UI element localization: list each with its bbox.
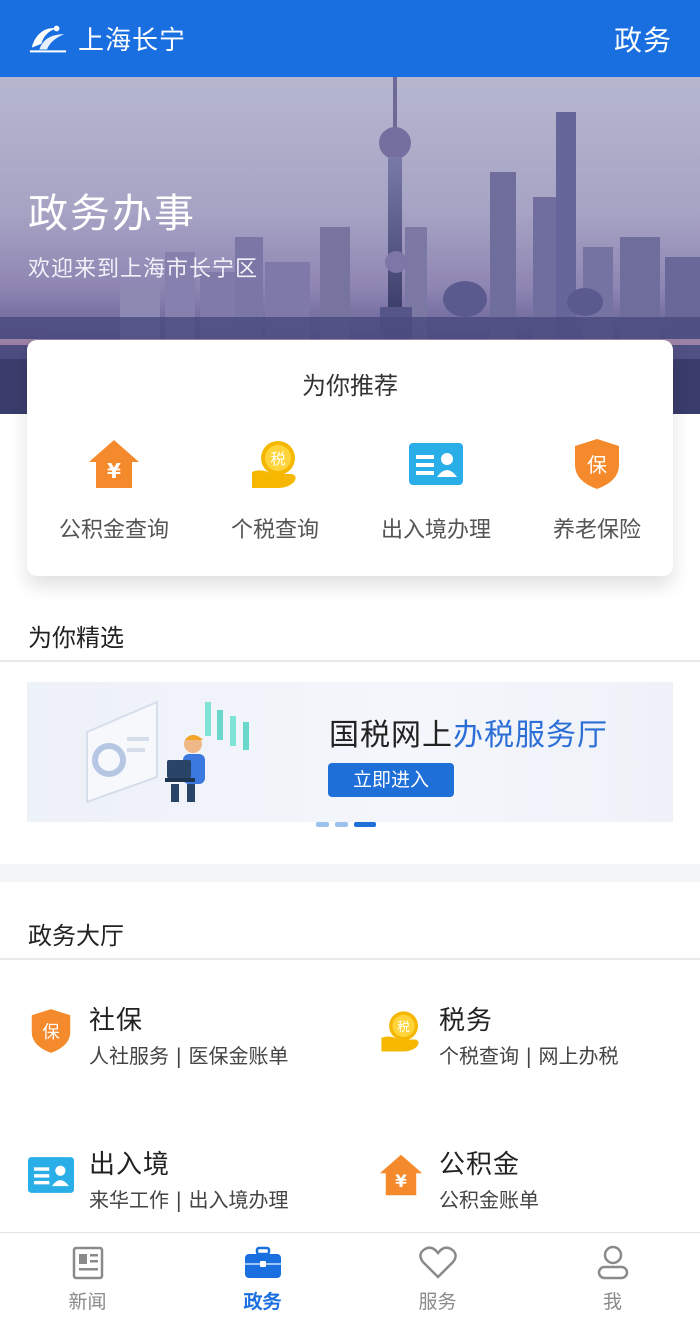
hall-item-name: 社保 xyxy=(89,1006,144,1036)
hall-item-exit-entry[interactable]: 出入境 来华工作 | 出入境办理 xyxy=(28,1144,348,1234)
divider xyxy=(0,958,700,960)
news-icon xyxy=(68,1243,108,1283)
briefcase-icon xyxy=(243,1243,283,1283)
hall-item-desc: 公积金账单 xyxy=(439,1188,539,1212)
heart-icon xyxy=(418,1243,458,1283)
recommend-item-exit-entry[interactable]: 出入境办理 xyxy=(356,436,516,544)
recommend-item-label: 养老保险 xyxy=(552,518,641,543)
svg-text:保: 保 xyxy=(42,1023,60,1043)
nav-label: 我 xyxy=(602,1291,622,1313)
nav-label: 政务 xyxy=(243,1291,282,1313)
nav-item-government[interactable]: 政务 xyxy=(175,1233,350,1317)
changning-logo-icon xyxy=(28,19,68,59)
recommend-item-gongjijin[interactable]: ¥ 公积金查询 xyxy=(34,436,194,544)
tax-coin-icon: 税 xyxy=(195,436,355,492)
recommend-card: 为你推荐 ¥ 公积金查询 税 个税查询 出入境办理 保 养老保险 xyxy=(27,340,673,576)
nav-item-me[interactable]: 我 xyxy=(525,1233,700,1317)
nav-label: 新闻 xyxy=(68,1291,107,1313)
shield-bao-icon: 保 xyxy=(28,1006,74,1056)
carousel-dots xyxy=(316,822,376,827)
house-yuan-icon: ¥ xyxy=(378,1150,424,1200)
divider xyxy=(0,660,700,662)
app-title: 上海长宁 xyxy=(78,26,187,56)
bottom-nav: 新闻 政务 服务 我 xyxy=(0,1232,700,1317)
svg-text:¥: ¥ xyxy=(107,459,121,483)
featured-title: 为你精选 xyxy=(28,624,124,652)
hall-item-name: 公积金 xyxy=(439,1150,521,1180)
hero-title: 政务办事 xyxy=(28,191,196,237)
recommend-item-label: 公积金查询 xyxy=(58,518,169,543)
svg-text:税: 税 xyxy=(270,450,285,468)
hall-item-social-security[interactable]: 保 社保 人社服务 | 医保金账单 xyxy=(28,1000,348,1090)
hall-item-desc: 个税查询 | 网上办税 xyxy=(439,1044,619,1068)
recommend-item-label: 出入境办理 xyxy=(380,518,491,543)
carousel-dot[interactable] xyxy=(316,822,329,827)
id-card-icon xyxy=(28,1150,74,1200)
banner-title-part1: 国税网上 xyxy=(329,718,453,753)
svg-text:¥: ¥ xyxy=(395,1171,407,1191)
recommend-item-label: 个税查询 xyxy=(230,518,319,543)
hall-item-tax[interactable]: 税 税务 个税查询 | 网上办税 xyxy=(378,1000,698,1090)
svg-text:税: 税 xyxy=(397,1020,410,1035)
carousel-dot[interactable] xyxy=(335,822,348,827)
house-yuan-icon: ¥ xyxy=(34,436,194,492)
banner-illustration-image xyxy=(86,700,249,804)
hall-item-housing-fund[interactable]: ¥ 公积金 公积金账单 xyxy=(378,1144,698,1234)
carousel-dot-active[interactable] xyxy=(354,822,376,827)
shield-bao-icon: 保 xyxy=(517,436,677,492)
hall-item-desc: 人社服务 | 医保金账单 xyxy=(89,1044,289,1068)
nav-item-news[interactable]: 新闻 xyxy=(0,1233,175,1317)
hall-title: 政务大厅 xyxy=(28,922,124,950)
hero-subtitle: 欢迎来到上海市长宁区 xyxy=(28,257,259,282)
recommend-title: 为你推荐 xyxy=(302,372,398,400)
enter-now-button[interactable]: 立即进入 xyxy=(328,763,454,797)
app-bar: 上海长宁 政务 xyxy=(0,0,700,77)
hall-item-desc: 来华工作 | 出入境办理 xyxy=(89,1188,289,1212)
hall-item-name: 出入境 xyxy=(89,1150,171,1180)
id-card-icon xyxy=(356,436,516,492)
user-icon xyxy=(593,1243,633,1283)
recommend-item-pension[interactable]: 保 养老保险 xyxy=(517,436,677,544)
nav-label: 服务 xyxy=(418,1291,457,1313)
recommend-item-tax[interactable]: 税 个税查询 xyxy=(195,436,355,544)
banner-title: 国税网上办税服务厅 xyxy=(329,710,608,754)
hall-item-name: 税务 xyxy=(439,1006,494,1036)
svg-text:保: 保 xyxy=(587,453,607,477)
tax-coin-icon: 税 xyxy=(378,1006,424,1056)
banner-title-part2: 办税服务厅 xyxy=(453,718,608,753)
nav-item-services[interactable]: 服务 xyxy=(350,1233,525,1317)
featured-banner[interactable]: 国税网上办税服务厅 立即进入 xyxy=(27,682,673,822)
appbar-section-label[interactable]: 政务 xyxy=(614,19,672,59)
